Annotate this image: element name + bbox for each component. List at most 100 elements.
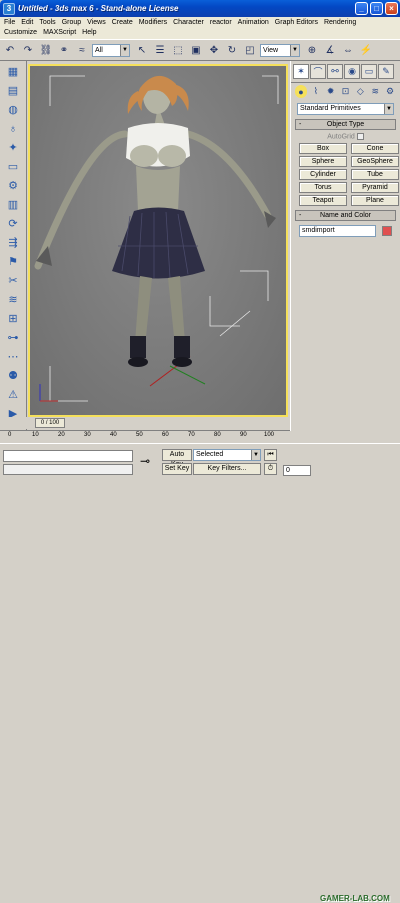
redo-icon[interactable]: ↷ — [20, 42, 36, 58]
rigid-body-icon[interactable]: ▦ — [3, 63, 23, 80]
select-by-name-icon[interactable]: ☰ — [152, 42, 168, 58]
helpers-icon[interactable]: ◇ — [354, 85, 366, 98]
minimize-button[interactable]: _ — [355, 2, 368, 15]
perspective-viewport[interactable] — [28, 64, 288, 417]
geometry-icon[interactable]: ● — [295, 85, 307, 98]
display-tab-icon[interactable]: ▭ — [361, 64, 377, 79]
move-icon[interactable]: ✥ — [206, 42, 222, 58]
pivot-icon[interactable]: ⊕ — [304, 42, 320, 58]
toy-car-icon[interactable]: ⚑ — [3, 253, 23, 270]
snap-icon[interactable]: ∡ — [322, 42, 338, 58]
motion-tab-icon[interactable]: ◉ — [344, 64, 360, 79]
menu-graph-editors[interactable]: Graph Editors — [275, 18, 318, 28]
selection-filter-dropdown[interactable]: All ▼ — [92, 43, 130, 57]
reference-coordinate-dropdown[interactable]: View ▼ — [260, 43, 300, 57]
plane-button[interactable]: Plane — [351, 195, 399, 207]
menu-maxscript[interactable]: MAXScript — [43, 28, 76, 38]
time-config-icon[interactable]: ⏱ — [264, 463, 277, 475]
go-to-start-icon[interactable]: ⏮ — [264, 449, 277, 461]
create-tab-icon[interactable]: ✶ — [293, 64, 309, 79]
constraint-icon[interactable]: ⊞ — [3, 310, 23, 327]
hierarchy-tab-icon[interactable]: ⚯ — [327, 64, 343, 79]
chevron-down-icon: ▼ — [120, 44, 129, 56]
shapes-icon[interactable]: ⌇ — [310, 85, 322, 98]
modify-tab-icon[interactable]: ⌒ — [310, 64, 326, 79]
softbody-icon[interactable]: ◍ — [3, 101, 23, 118]
render-icon[interactable]: ⚡ — [358, 42, 374, 58]
tube-button[interactable]: Tube — [351, 169, 399, 181]
tick-label: 90 — [240, 432, 247, 438]
menu-modifiers[interactable]: Modifiers — [139, 18, 167, 28]
current-frame-field[interactable]: 0 — [283, 465, 311, 476]
chevron-down-icon: ▼ — [384, 104, 393, 114]
key-filters-button[interactable]: Key Filters... — [193, 463, 261, 475]
set-key-button[interactable]: Set Key — [162, 463, 192, 475]
analyze-icon[interactable]: ⚠ — [3, 386, 23, 403]
name-and-color-header[interactable]: - Name and Color — [295, 210, 396, 222]
torus-button[interactable]: Torus — [299, 182, 347, 194]
spacewarps-icon[interactable]: ≋ — [369, 85, 381, 98]
object-color-swatch[interactable] — [382, 226, 392, 237]
autogrid-checkbox[interactable]: AutoGrid — [295, 133, 396, 140]
lights-icon[interactable]: ✹ — [325, 85, 337, 98]
unlink-icon[interactable]: ⚭ — [56, 42, 72, 58]
undo-icon[interactable]: ↶ — [2, 42, 18, 58]
time-slider[interactable]: 0 / 100 — [35, 418, 65, 428]
maximize-button[interactable]: □ — [370, 2, 383, 15]
menu-character[interactable]: Character — [173, 18, 204, 28]
cameras-icon[interactable]: ⊡ — [340, 85, 352, 98]
auto-key-button[interactable]: Auto Key — [162, 449, 192, 468]
track-bar[interactable]: 0 10 20 30 40 50 60 70 80 90 100 — [0, 430, 290, 442]
motor-icon[interactable]: ⟳ — [3, 215, 23, 232]
sphere-button[interactable]: Sphere — [299, 156, 347, 168]
object-name-field[interactable]: smdimport — [299, 225, 377, 238]
utilities-tab-icon[interactable]: ✎ — [378, 64, 394, 79]
menu-tools[interactable]: Tools — [39, 18, 55, 28]
menu-group[interactable]: Group — [62, 18, 81, 28]
close-button[interactable]: × — [385, 2, 398, 15]
rope-icon[interactable]: ♁ — [3, 120, 23, 137]
primitive-buttons: Box Cone Sphere GeoSphere Cylinder Tube … — [295, 143, 399, 207]
wind-icon[interactable]: ⇶ — [3, 234, 23, 251]
maxscript-listener-field[interactable] — [3, 450, 133, 462]
menu-reactor[interactable]: reactor — [210, 18, 232, 28]
cone-button[interactable]: Cone — [351, 143, 399, 155]
scale-icon[interactable]: ◰ — [242, 42, 258, 58]
hinge-icon[interactable]: ⊶ — [3, 329, 23, 346]
menu-edit[interactable]: Edit — [21, 18, 33, 28]
pyramid-button[interactable]: Pyramid — [351, 182, 399, 194]
window-crossing-icon[interactable]: ▣ — [188, 42, 204, 58]
box-button[interactable]: Box — [299, 143, 347, 155]
select-object-icon[interactable]: ↖ — [134, 42, 150, 58]
menu-views[interactable]: Views — [87, 18, 106, 28]
menu-file[interactable]: File — [4, 18, 15, 28]
chevron-down-icon: ▼ — [290, 44, 299, 56]
teapot-button[interactable]: Teapot — [299, 195, 347, 207]
geosphere-button[interactable]: GeoSphere — [351, 156, 399, 168]
menu-animation[interactable]: Animation — [238, 18, 269, 28]
cloth-icon[interactable]: ▤ — [3, 82, 23, 99]
water-icon[interactable]: ≋ — [3, 291, 23, 308]
menu-customize[interactable]: Customize — [4, 28, 37, 38]
menu-rendering[interactable]: Rendering — [324, 18, 356, 28]
plane-icon[interactable]: ▭ — [3, 158, 23, 175]
dashpot-icon[interactable]: ▥ — [3, 196, 23, 213]
menu-create[interactable]: Create — [112, 18, 133, 28]
fracture-icon[interactable]: ✂ — [3, 272, 23, 289]
spring-icon[interactable]: ⚙ — [3, 177, 23, 194]
cylinder-button[interactable]: Cylinder — [299, 169, 347, 181]
rotate-icon[interactable]: ↻ — [224, 42, 240, 58]
mirror-icon[interactable]: ⇔ — [340, 42, 356, 58]
deforming-mesh-icon[interactable]: ✦ — [3, 139, 23, 156]
time-slider-track[interactable]: 0 / 100 — [0, 417, 290, 429]
key-mode-dropdown[interactable]: Selected ▼ — [193, 449, 261, 461]
ragdoll-icon[interactable]: ⚉ — [3, 367, 23, 384]
point-to-point-icon[interactable]: ⋯ — [3, 348, 23, 365]
menu-help[interactable]: Help — [82, 28, 96, 38]
systems-icon[interactable]: ⚙ — [384, 85, 396, 98]
object-type-header[interactable]: - Object Type — [295, 119, 396, 130]
bind-spacewarp-icon[interactable]: ≈ — [74, 42, 90, 58]
region-select-icon[interactable]: ⬚ — [170, 42, 186, 58]
primitive-category-dropdown[interactable]: Standard Primitives ▼ — [297, 103, 394, 115]
link-icon[interactable]: ⛓ — [38, 42, 54, 58]
